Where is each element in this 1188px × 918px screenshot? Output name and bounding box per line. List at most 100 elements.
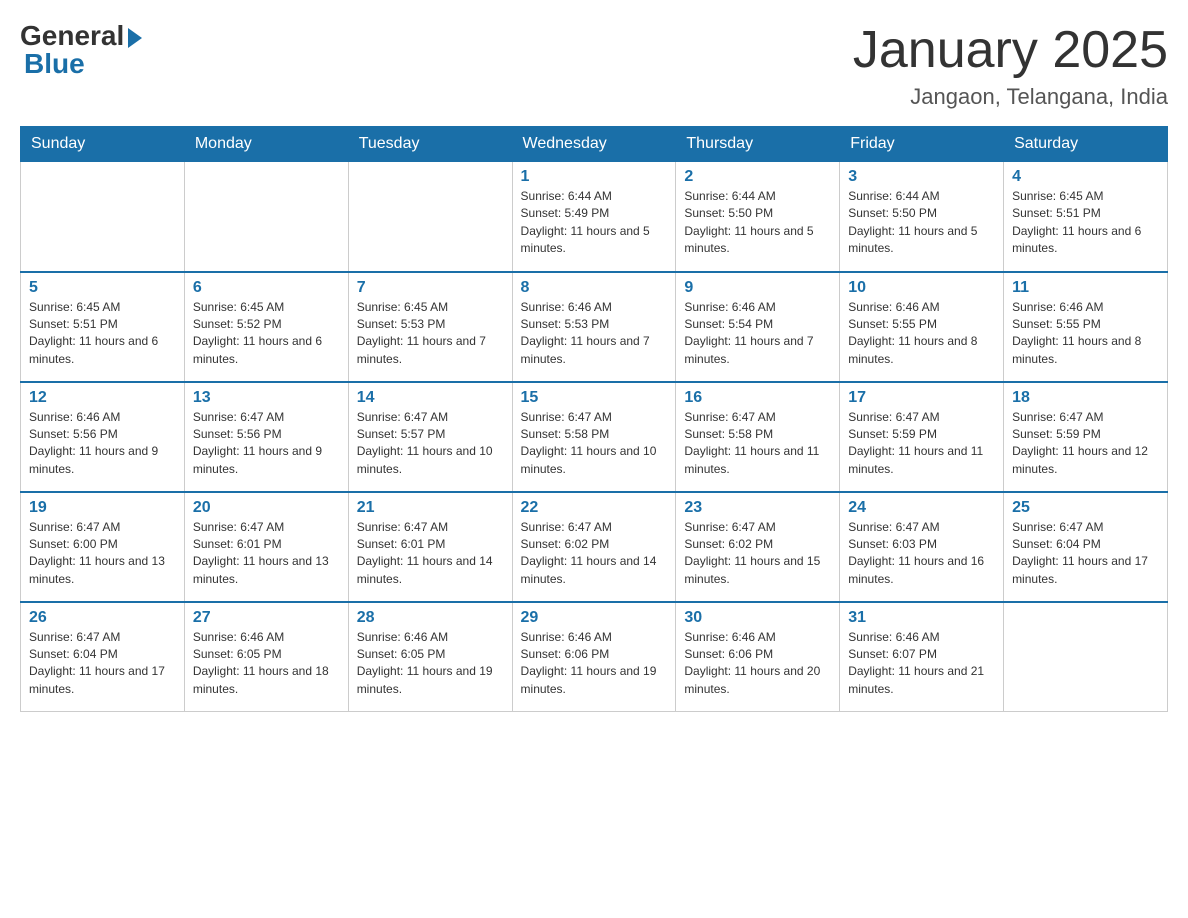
day-number: 19 (29, 499, 176, 517)
day-number: 18 (1012, 389, 1159, 407)
calendar-cell: 28Sunrise: 6:46 AM Sunset: 6:05 PM Dayli… (348, 602, 512, 712)
day-number: 13 (193, 389, 340, 407)
day-info: Sunrise: 6:46 AM Sunset: 6:05 PM Dayligh… (357, 629, 504, 699)
day-info: Sunrise: 6:44 AM Sunset: 5:50 PM Dayligh… (848, 188, 995, 258)
calendar-cell: 27 Sunrise: 6:46 AM Sunset: 6:05 PM Dayli… (184, 602, 348, 712)
day-number: 15 (521, 389, 668, 407)
calendar-cell: 7 Sunrise: 6:45 AM Sunset: 5:53 PM Daylig… (348, 272, 512, 382)
day-info: Sunrise: 6:47 AM Sunset: 5:58 PM Dayligh… (521, 409, 668, 479)
calendar-header-row: SundayMondayTuesdayWednesdayThursdayFrid… (21, 127, 1168, 162)
day-info: Sunrise: 6:45 AM Sunset: 5:53 PM Dayligh… (357, 299, 504, 369)
calendar-cell: 2 Sunrise: 6:44 AM Sunset: 5:50 PM Daylig… (676, 162, 840, 272)
calendar-week-row: 26 Sunrise: 6:47 AM Sunset: 6:04 PM Dayli… (21, 602, 1168, 712)
day-number: 29 (521, 609, 668, 627)
calendar-header-tuesday: Tuesday (348, 127, 512, 162)
calendar-cell: 13 Sunrise: 6:47 AM Sunset: 5:56 PM Dayli… (184, 382, 348, 492)
day-number: 24 (848, 499, 995, 517)
calendar-cell (1004, 602, 1168, 712)
calendar-cell: 9Sunrise: 6:46 AM Sunset: 5:54 PM Daylig… (676, 272, 840, 382)
calendar-cell: 11Sunrise: 6:46 AM Sunset: 5:55 PM Dayli… (1004, 272, 1168, 382)
day-info: Sunrise: 6:45 AM Sunset: 5:51 PM Dayligh… (1012, 188, 1159, 258)
day-number: 1 (521, 168, 668, 186)
day-info: Sunrise: 6:45 AM Sunset: 5:51 PM Dayligh… (29, 299, 176, 369)
day-info: Sunrise: 6:46 AM Sunset: 5:55 PM Dayligh… (848, 299, 995, 369)
day-info: Sunrise: 6:46 AM Sunset: 6:05 PM Dayligh… (193, 629, 340, 699)
day-number: 26 (29, 609, 176, 627)
day-number: 25 (1012, 499, 1159, 517)
day-info: Sunrise: 6:46 AM Sunset: 5:53 PM Dayligh… (521, 299, 668, 369)
calendar-cell: 31Sunrise: 6:46 AM Sunset: 6:07 PM Dayli… (840, 602, 1004, 712)
day-info: Sunrise: 6:47 AM Sunset: 5:56 PM Dayligh… (193, 409, 340, 479)
location-text: Jangaon, Telangana, India (853, 84, 1168, 110)
calendar-cell: 16 Sunrise: 6:47 AM Sunset: 5:58 PM Dayli… (676, 382, 840, 492)
calendar-cell (348, 162, 512, 272)
day-info: Sunrise: 6:47 AM Sunset: 5:59 PM Dayligh… (848, 409, 995, 479)
calendar-cell: 1 Sunrise: 6:44 AM Sunset: 5:49 PM Daylig… (512, 162, 676, 272)
day-info: Sunrise: 6:46 AM Sunset: 5:54 PM Dayligh… (684, 299, 831, 369)
day-info: Sunrise: 6:46 AM Sunset: 5:55 PM Dayligh… (1012, 299, 1159, 369)
day-number: 5 (29, 279, 176, 297)
calendar-cell: 8 Sunrise: 6:46 AM Sunset: 5:53 PM Daylig… (512, 272, 676, 382)
day-info: Sunrise: 6:47 AM Sunset: 6:01 PM Dayligh… (193, 519, 340, 589)
day-info: Sunrise: 6:47 AM Sunset: 6:04 PM Dayligh… (29, 629, 176, 699)
calendar-cell: 22Sunrise: 6:47 AM Sunset: 6:02 PM Dayli… (512, 492, 676, 602)
calendar-cell: 12 Sunrise: 6:46 AM Sunset: 5:56 PM Dayli… (21, 382, 185, 492)
calendar-cell: 30Sunrise: 6:46 AM Sunset: 6:06 PM Dayli… (676, 602, 840, 712)
calendar-cell: 29 Sunrise: 6:46 AM Sunset: 6:06 PM Dayli… (512, 602, 676, 712)
calendar-cell: 23Sunrise: 6:47 AM Sunset: 6:02 PM Dayli… (676, 492, 840, 602)
calendar-cell: 4 Sunrise: 6:45 AM Sunset: 5:51 PM Daylig… (1004, 162, 1168, 272)
day-number: 14 (357, 389, 504, 407)
calendar-cell: 14 Sunrise: 6:47 AM Sunset: 5:57 PM Dayli… (348, 382, 512, 492)
day-number: 7 (357, 279, 504, 297)
day-info: Sunrise: 6:46 AM Sunset: 5:56 PM Dayligh… (29, 409, 176, 479)
day-number: 2 (684, 168, 831, 186)
logo-blue-text: Blue (24, 48, 85, 80)
day-number: 16 (684, 389, 831, 407)
calendar-cell: 3Sunrise: 6:44 AM Sunset: 5:50 PM Daylig… (840, 162, 1004, 272)
day-info: Sunrise: 6:47 AM Sunset: 6:01 PM Dayligh… (357, 519, 504, 589)
day-info: Sunrise: 6:47 AM Sunset: 6:03 PM Dayligh… (848, 519, 995, 589)
day-number: 8 (521, 279, 668, 297)
day-info: Sunrise: 6:47 AM Sunset: 5:59 PM Dayligh… (1012, 409, 1159, 479)
day-number: 6 (193, 279, 340, 297)
page-header: General Blue January 2025 Jangaon, Telan… (20, 20, 1168, 110)
calendar-header-wednesday: Wednesday (512, 127, 676, 162)
calendar-week-row: 1 Sunrise: 6:44 AM Sunset: 5:49 PM Daylig… (21, 162, 1168, 272)
calendar-cell: 5 Sunrise: 6:45 AM Sunset: 5:51 PM Daylig… (21, 272, 185, 382)
calendar-week-row: 12 Sunrise: 6:46 AM Sunset: 5:56 PM Dayli… (21, 382, 1168, 492)
day-number: 10 (848, 279, 995, 297)
day-number: 21 (357, 499, 504, 517)
calendar-header-friday: Friday (840, 127, 1004, 162)
calendar-cell: 6 Sunrise: 6:45 AM Sunset: 5:52 PM Daylig… (184, 272, 348, 382)
day-number: 4 (1012, 168, 1159, 186)
calendar-cell: 25Sunrise: 6:47 AM Sunset: 6:04 PM Dayli… (1004, 492, 1168, 602)
calendar-header-sunday: Sunday (21, 127, 185, 162)
day-number: 20 (193, 499, 340, 517)
calendar-header-thursday: Thursday (676, 127, 840, 162)
day-info: Sunrise: 6:47 AM Sunset: 5:58 PM Dayligh… (684, 409, 831, 479)
day-number: 31 (848, 609, 995, 627)
calendar-cell: 18 Sunrise: 6:47 AM Sunset: 5:59 PM Dayli… (1004, 382, 1168, 492)
day-number: 12 (29, 389, 176, 407)
calendar-cell: 21 Sunrise: 6:47 AM Sunset: 6:01 PM Dayli… (348, 492, 512, 602)
day-info: Sunrise: 6:45 AM Sunset: 5:52 PM Dayligh… (193, 299, 340, 369)
calendar-table: SundayMondayTuesdayWednesdayThursdayFrid… (20, 126, 1168, 712)
calendar-cell: 19 Sunrise: 6:47 AM Sunset: 6:00 PM Dayli… (21, 492, 185, 602)
calendar-week-row: 5 Sunrise: 6:45 AM Sunset: 5:51 PM Daylig… (21, 272, 1168, 382)
day-number: 30 (684, 609, 831, 627)
day-number: 17 (848, 389, 995, 407)
day-info: Sunrise: 6:44 AM Sunset: 5:49 PM Dayligh… (521, 188, 668, 258)
calendar-cell: 15 Sunrise: 6:47 AM Sunset: 5:58 PM Dayli… (512, 382, 676, 492)
calendar-cell: 20 Sunrise: 6:47 AM Sunset: 6:01 PM Dayli… (184, 492, 348, 602)
day-info: Sunrise: 6:46 AM Sunset: 6:06 PM Dayligh… (521, 629, 668, 699)
title-section: January 2025 Jangaon, Telangana, India (853, 20, 1168, 110)
day-info: Sunrise: 6:47 AM Sunset: 5:57 PM Dayligh… (357, 409, 504, 479)
calendar-cell: 10 Sunrise: 6:46 AM Sunset: 5:55 PM Dayli… (840, 272, 1004, 382)
calendar-week-row: 19 Sunrise: 6:47 AM Sunset: 6:00 PM Dayli… (21, 492, 1168, 602)
day-number: 27 (193, 609, 340, 627)
day-info: Sunrise: 6:44 AM Sunset: 5:50 PM Dayligh… (684, 188, 831, 258)
calendar-cell: 26 Sunrise: 6:47 AM Sunset: 6:04 PM Dayli… (21, 602, 185, 712)
calendar-cell: 24 Sunrise: 6:47 AM Sunset: 6:03 PM Dayli… (840, 492, 1004, 602)
day-info: Sunrise: 6:47 AM Sunset: 6:00 PM Dayligh… (29, 519, 176, 589)
calendar-header-saturday: Saturday (1004, 127, 1168, 162)
